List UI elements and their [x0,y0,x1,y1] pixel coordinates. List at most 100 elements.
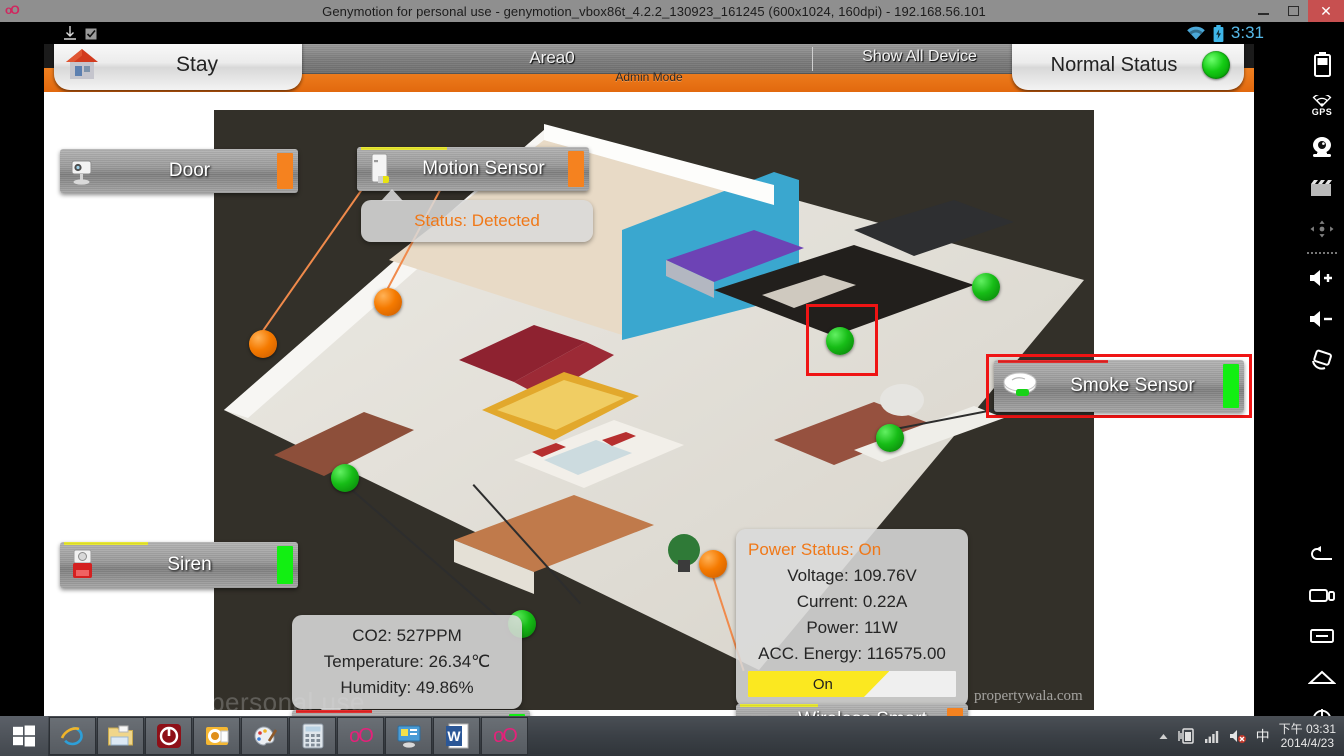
popup-power-acc-energy: ACC. Energy: 116575.00 [758,644,946,663]
device-state-co2-sensor [509,714,525,716]
device-name-motion-sensor: Motion Sensor [422,158,545,180]
gps-label: GPS [1311,106,1333,117]
download-icon [64,26,76,40]
rotate-icon[interactable] [1300,339,1344,380]
status-led-icon [1202,51,1230,79]
battery-charging-icon [1213,24,1224,42]
popup-motion-status: Status: Detected [361,189,593,242]
app-top-bar: Area0 Show All Device Admin Mode Stay No… [44,44,1254,92]
device-name-siren: Siren [167,554,212,576]
video-capture-icon[interactable] [1300,167,1344,208]
ip-camera-icon [64,152,102,190]
show-all-device-button[interactable]: Show All Device [817,48,1022,66]
device-state-door [277,153,293,189]
window-titlebar: oO Genymotion for personal use - genymot… [0,0,1344,22]
android-device-screen: Area0 Show All Device Admin Mode Stay No… [44,44,1254,716]
device-state-motion-sensor [568,151,584,187]
stay-mode-button[interactable]: Stay [54,44,302,90]
toolbar-divider [1307,252,1337,254]
menu-icon[interactable] [1300,615,1344,656]
co2-sensor-icon [296,713,342,716]
volume-down-icon[interactable] [1300,298,1344,339]
checkbox-icon [85,28,97,40]
minimize-button[interactable] [1248,0,1278,22]
selection-rect-bed [806,304,878,376]
device-bar-smoke-sensor[interactable]: Smoke Sensor [994,360,1244,412]
svg-text:W: W [447,728,461,744]
dpad-icon[interactable] [1300,208,1344,249]
shutdown-tool-icon[interactable] [145,717,192,755]
marker-motion-orange[interactable] [374,288,402,316]
oo-app2-icon[interactable]: oO [481,717,528,755]
volume-up-icon[interactable] [1300,257,1344,298]
house-icon [66,49,98,79]
paint-icon[interactable] [241,717,288,755]
popup-co2-line2: Temperature: 26.34℃ [323,652,491,671]
system-status-label: Normal Status [1050,53,1178,76]
genymotion-logo: oO [5,3,20,17]
popup-motion-status-text: Status: Detected [414,211,540,230]
area-label[interactable]: Area0 [292,48,812,68]
device-bar-motion-sensor[interactable]: Motion Sensor [357,147,589,191]
back-icon[interactable] [1300,533,1344,574]
device-topline-siren [64,542,148,545]
popup-power-watts: Power: 11W [806,618,898,637]
close-button[interactable]: ✕ [1308,0,1344,22]
floorplan-stage[interactable]: free for personal use propertywala.com D… [44,92,1254,716]
stay-label: Stay [175,53,219,76]
device-state-smoke-sensor [1223,364,1239,408]
word-icon[interactable]: W [433,717,480,755]
calculator-icon[interactable] [289,717,336,755]
device-topline-smoke [998,360,1108,363]
tray-clock[interactable]: 下午 03:31 2014/4/23 [1279,722,1336,750]
internet-explorer-icon[interactable] [49,717,96,755]
topbar-divider [812,47,813,71]
device-name-door: Door [168,160,211,182]
genymotion-toolbar[interactable]: GPS [1300,44,1344,738]
window-controls: ✕ [1248,0,1344,22]
device-name-smoke-sensor: Smoke Sensor [1070,375,1195,397]
marker-kitchen-green[interactable] [876,424,904,452]
siren-icon [64,546,102,584]
battery-icon[interactable] [1177,727,1195,745]
camera-icon[interactable] [1300,126,1344,167]
device-state-wireless-smart-power-plug [947,708,963,716]
restore-button[interactable] [1278,0,1308,22]
device-state-siren [277,546,293,584]
recents-icon[interactable] [1300,574,1344,615]
oo-app-icon[interactable]: oO [337,717,384,755]
popup-power-voltage: Voltage: 109.76V [787,566,917,585]
smoke-detector-icon [998,364,1042,408]
wifi-icon [1187,26,1205,39]
popup-power-status: Power Status: On Voltage: 109.76V Curren… [736,529,968,716]
watermark-site: propertywala.com [974,688,1083,704]
marker-plug-orange[interactable] [699,550,727,578]
signal-icon[interactable] [1204,729,1220,744]
file-explorer-icon[interactable] [97,717,144,755]
start-button[interactable] [0,716,48,756]
device-bar-siren[interactable]: Siren [60,542,298,588]
battery-icon[interactable] [1300,44,1344,85]
gps-icon[interactable]: GPS [1300,85,1344,126]
system-tray[interactable]: 中 下午 03:31 2014/4/23 [1158,722,1344,750]
presentation-icon[interactable] [385,717,432,755]
popup-co2-readings: CO2: 527PPM Temperature: 26.34℃ Humidity… [292,615,522,716]
system-status-button[interactable]: Normal Status [1012,44,1244,90]
chevron-up-icon[interactable] [1158,731,1169,742]
android-status-bar: 3:31 [0,22,1300,44]
popup-power-head: Power Status: On [748,540,882,559]
windows-taskbar[interactable]: oO W oO 中 下午 03:31 2014/4/23 [0,716,1344,756]
power-plug-icon [740,711,778,716]
device-topline-plug [740,704,818,707]
ime-indicator[interactable]: 中 [1256,726,1270,746]
device-bar-door[interactable]: Door [60,149,298,193]
marker-bedroom-green[interactable] [972,273,1000,301]
outlook-icon[interactable] [193,717,240,755]
marker-siren-green[interactable] [331,464,359,492]
power-toggle-switch[interactable]: On [748,671,956,697]
marker-door-orange[interactable] [249,330,277,358]
home-icon[interactable] [1300,656,1344,697]
device-bar-wireless-smart-power-plug[interactable]: Wireless Smart Power Plug [736,704,968,716]
volume-muted-icon[interactable] [1229,728,1247,744]
tray-time: 下午 03:31 [1278,722,1336,736]
